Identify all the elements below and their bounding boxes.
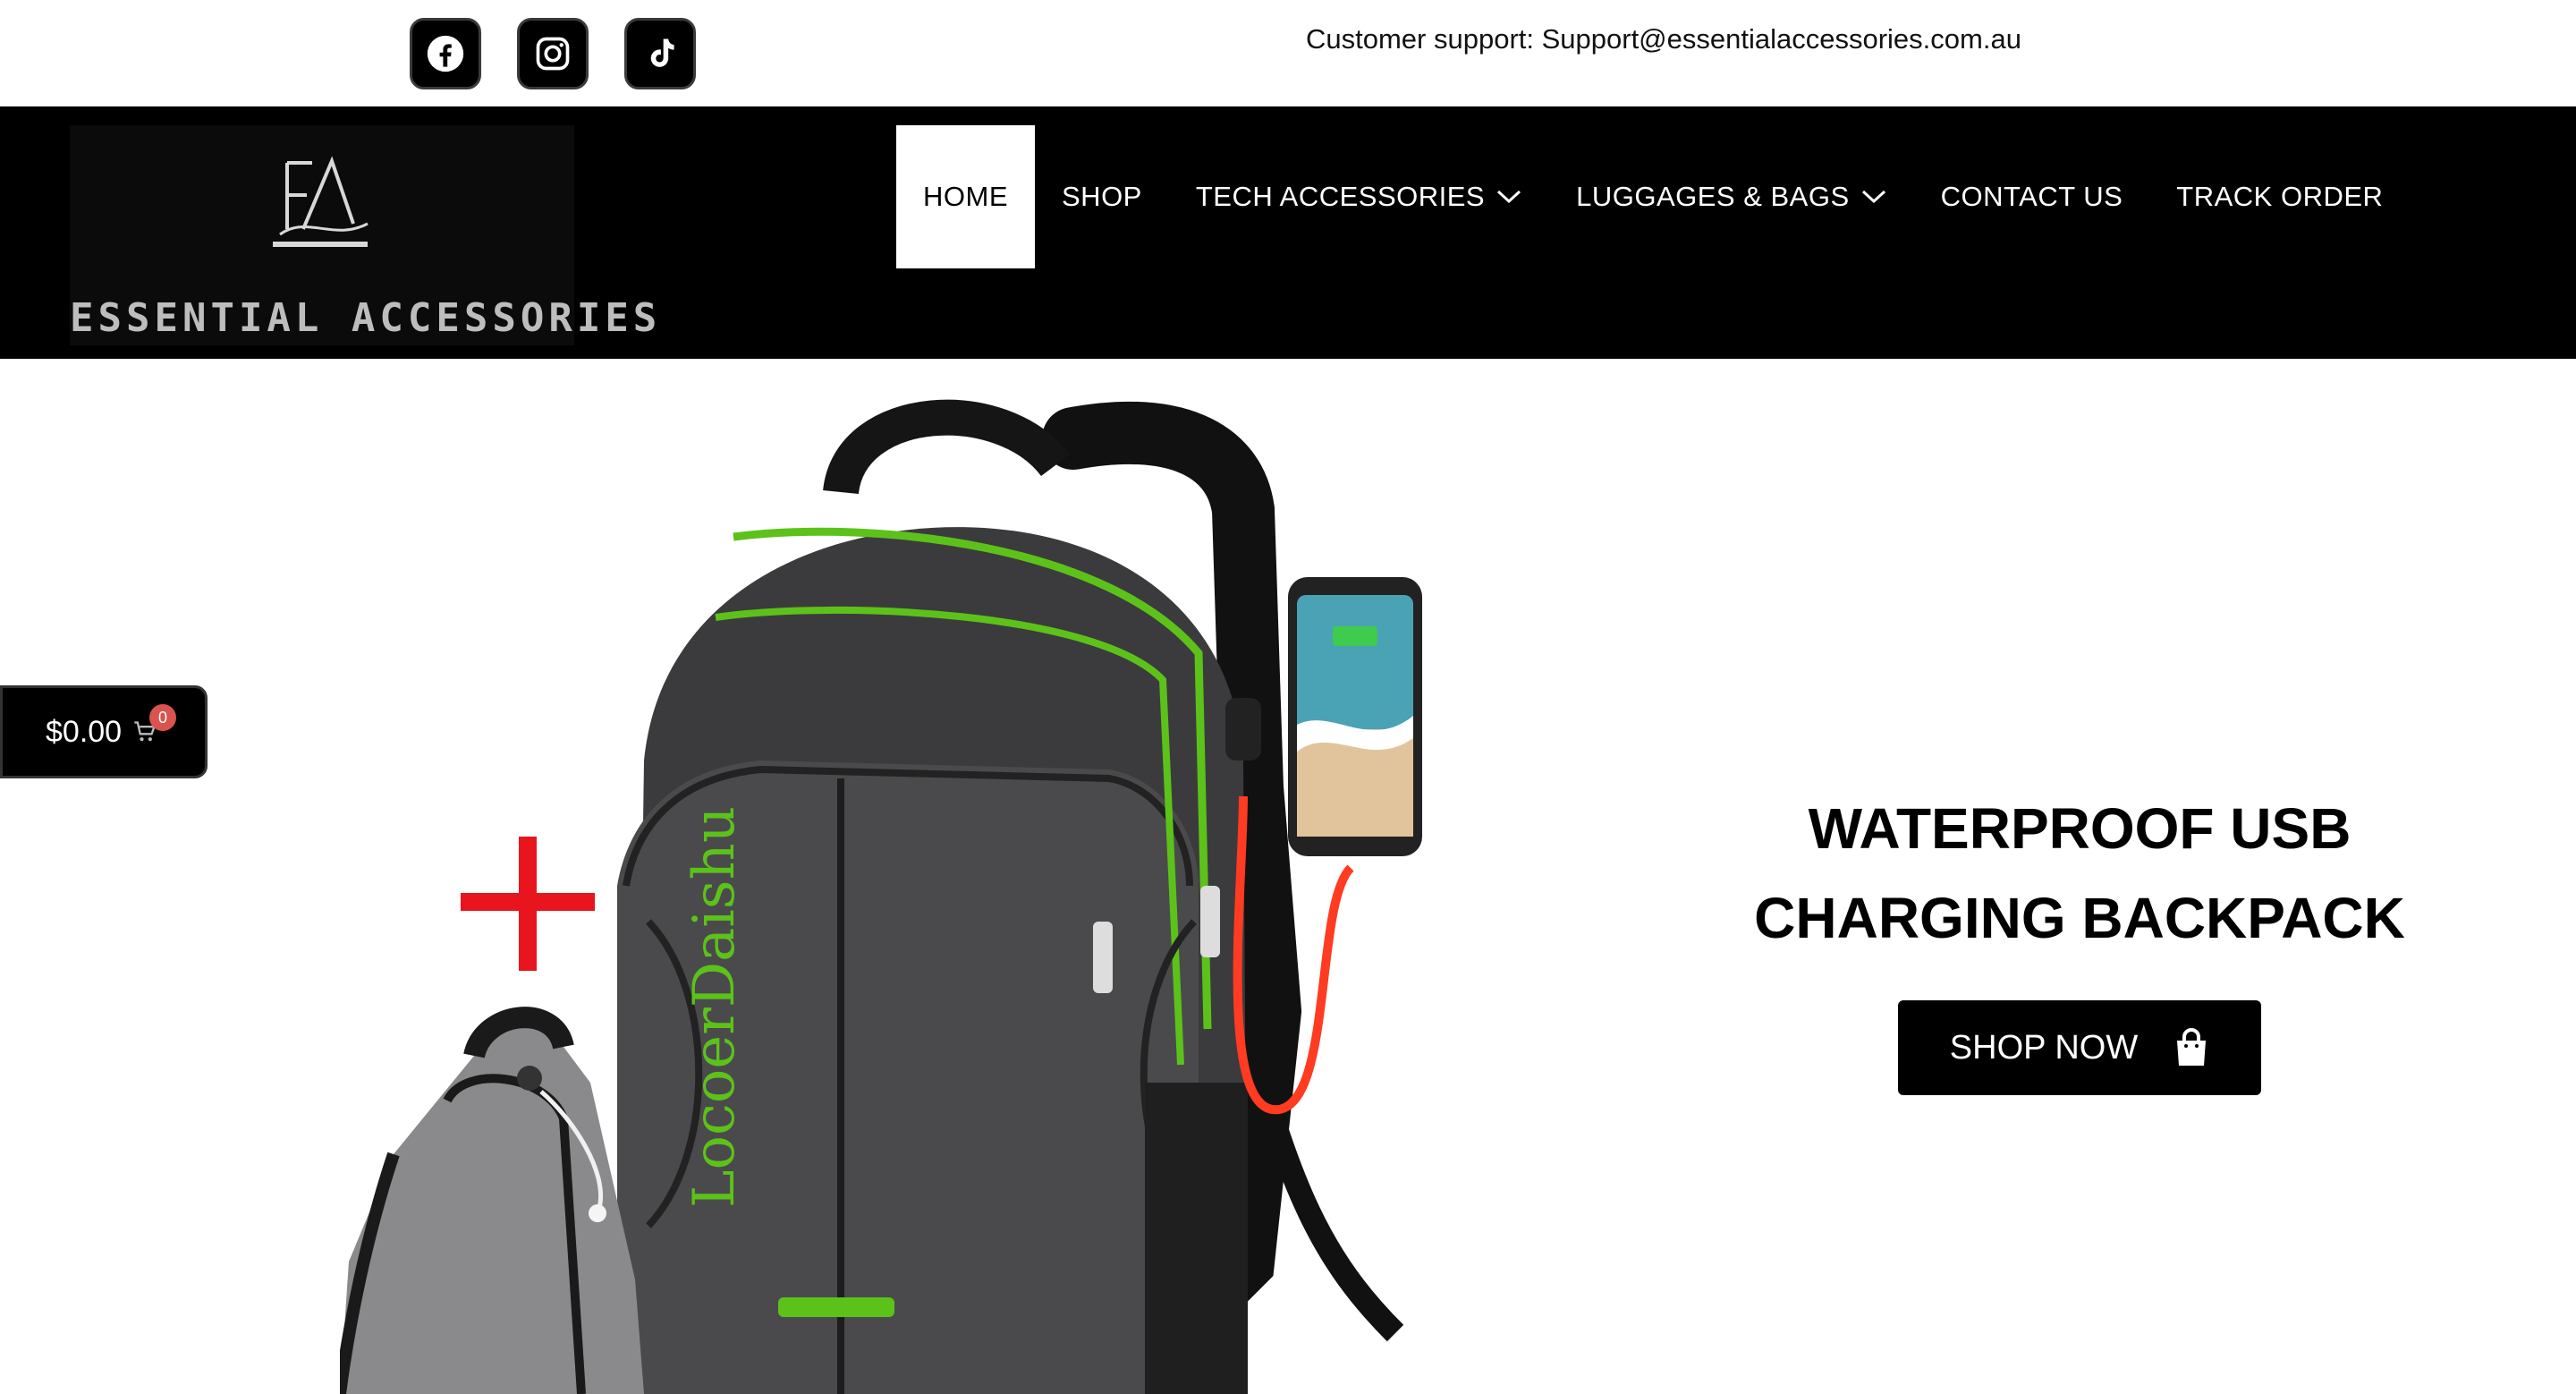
site-header: ESSENTIAL ACCESSORIES HOME SHOP TECH ACC… [0, 106, 2576, 359]
tiktok-icon [650, 38, 674, 67]
customer-support-text: Customer support: Support@essentialacces… [1306, 23, 2021, 55]
logo-text: ESSENTIAL ACCESSORIES [70, 295, 662, 341]
nav-track-order-label: TRACK ORDER [2176, 181, 2384, 212]
nav-luggages-bags[interactable]: LUGGAGES & BAGS [1549, 125, 1914, 268]
hero-product-image: LocoerDaishu [340, 399, 1422, 1394]
facebook-link[interactable] [410, 18, 481, 89]
cart-total: $0.00 [46, 714, 123, 749]
shop-now-button[interactable]: SHOP NOW [1898, 1000, 2261, 1095]
nav-contact-us-label: CONTACT US [1940, 181, 2123, 212]
shop-now-label: SHOP NOW [1949, 1028, 2139, 1067]
mini-cart-button[interactable]: $0.00 0 [0, 685, 208, 778]
nav-tech-accessories-label: TECH ACCESSORIES [1195, 181, 1486, 212]
site-logo[interactable]: ESSENTIAL ACCESSORIES [70, 125, 662, 345]
svg-text:LocoerDaishu: LocoerDaishu [682, 806, 748, 1208]
hero-title-line1: WATERPROOF USB [1808, 796, 2351, 861]
shopping-bag-icon [2177, 1028, 2207, 1066]
instagram-link[interactable] [517, 18, 589, 89]
tiktok-link[interactable] [624, 18, 696, 89]
nav-contact-us[interactable]: CONTACT US [1914, 125, 2150, 268]
nav-home[interactable]: HOME [896, 125, 1035, 268]
chevron-down-icon [1497, 190, 1521, 204]
main-nav: HOME SHOP TECH ACCESSORIES LUGGAGES & BA… [896, 125, 2410, 268]
facebook-icon [427, 35, 464, 72]
nav-shop-label: SHOP [1062, 181, 1142, 212]
nav-tech-accessories[interactable]: TECH ACCESSORIES [1169, 125, 1549, 268]
nav-home-label: HOME [923, 181, 1008, 212]
nav-shop[interactable]: SHOP [1035, 125, 1169, 268]
cart-count-badge: 0 [149, 704, 176, 731]
nav-track-order[interactable]: TRACK ORDER [2149, 125, 2410, 268]
hero-title-line2: CHARGING BACKPACK [1754, 886, 2405, 950]
instagram-icon [536, 37, 570, 71]
chevron-down-icon [1861, 190, 1885, 204]
top-bar: Customer support: Support@essentialacces… [0, 0, 2576, 106]
hero-title: WATERPROOF USB CHARGING BACKPACK [1699, 784, 2460, 963]
nav-luggages-bags-label: LUGGAGES & BAGS [1576, 181, 1850, 212]
logo-monogram [273, 156, 369, 247]
